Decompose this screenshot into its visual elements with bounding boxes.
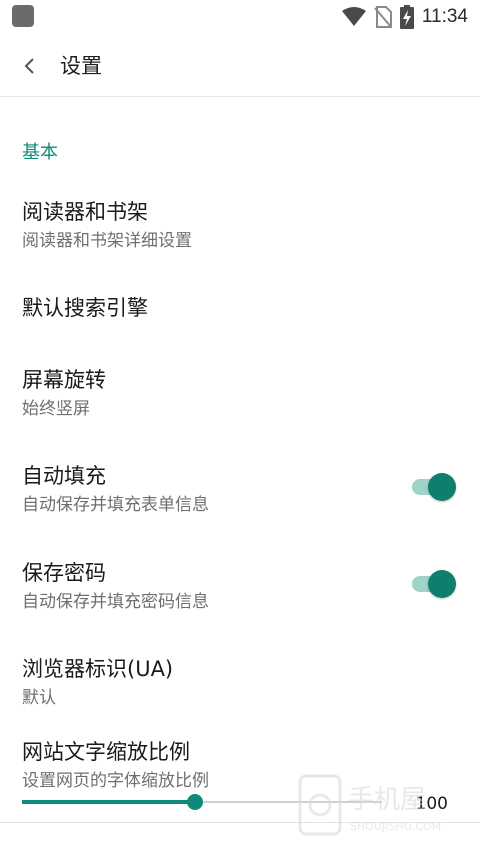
- pref-title: 浏览器标识(UA): [22, 657, 174, 681]
- toolbar: 设置: [0, 36, 480, 97]
- slider-fill: [22, 800, 195, 804]
- pref-autofill[interactable]: 自动填充 自动保存并填充表单信息: [0, 444, 480, 520]
- pref-summary: 设置网页的字体缩放比例: [22, 771, 209, 791]
- pref-title: 保存密码: [22, 561, 106, 585]
- status-time: 11:34: [421, 6, 468, 27]
- pref-summary: 始终竖屏: [22, 399, 90, 419]
- pref-summary: 自动保存并填充表单信息: [22, 495, 209, 515]
- pref-user-agent[interactable]: 浏览器标识(UA) 默认: [0, 637, 480, 713]
- slider-thumb[interactable]: [186, 794, 203, 810]
- svg-text:SHOUJISHU.COM: SHOUJISHU.COM: [350, 820, 441, 833]
- wifi-icon: [341, 7, 366, 26]
- app-notification-icon: [12, 5, 34, 27]
- chevron-left-icon: [24, 58, 34, 74]
- pref-title: 屏幕旋转: [22, 368, 106, 392]
- back-button[interactable]: [14, 50, 46, 82]
- autofill-switch[interactable]: [410, 471, 456, 501]
- pref-title: 阅读器和书架: [22, 200, 148, 224]
- pref-summary: 阅读器和书架详细设置: [22, 231, 192, 251]
- pref-summary: 自动保存并填充密码信息: [22, 592, 209, 612]
- battery-charging-icon: [399, 5, 414, 29]
- status-icons: 11:34: [341, 4, 468, 30]
- page-title: 设置: [60, 54, 102, 78]
- pref-default-search-engine[interactable]: 默认搜索引擎: [0, 276, 480, 336]
- watermark-logo: 手机屋 SHOUJISHU.COM: [298, 774, 441, 836]
- pref-title: 自动填充: [22, 464, 106, 488]
- pref-reader-bookshelf[interactable]: 阅读器和书架 阅读器和书架详细设置: [0, 180, 480, 256]
- pref-title: 默认搜索引擎: [22, 296, 148, 320]
- pref-summary: 默认: [22, 688, 56, 708]
- pref-save-password[interactable]: 保存密码 自动保存并填充密码信息: [0, 541, 480, 617]
- section-header-basic: 基本: [22, 142, 58, 163]
- pref-title: 网站文字缩放比例: [22, 740, 190, 764]
- switch-thumb: [428, 473, 456, 501]
- no-sim-icon: [374, 6, 392, 28]
- status-bar: 11:34: [0, 0, 480, 36]
- svg-text:手机屋: 手机屋: [348, 785, 426, 815]
- save-password-switch[interactable]: [410, 568, 456, 598]
- pref-screen-rotation[interactable]: 屏幕旋转 始终竖屏: [0, 348, 480, 424]
- switch-thumb: [428, 570, 456, 598]
